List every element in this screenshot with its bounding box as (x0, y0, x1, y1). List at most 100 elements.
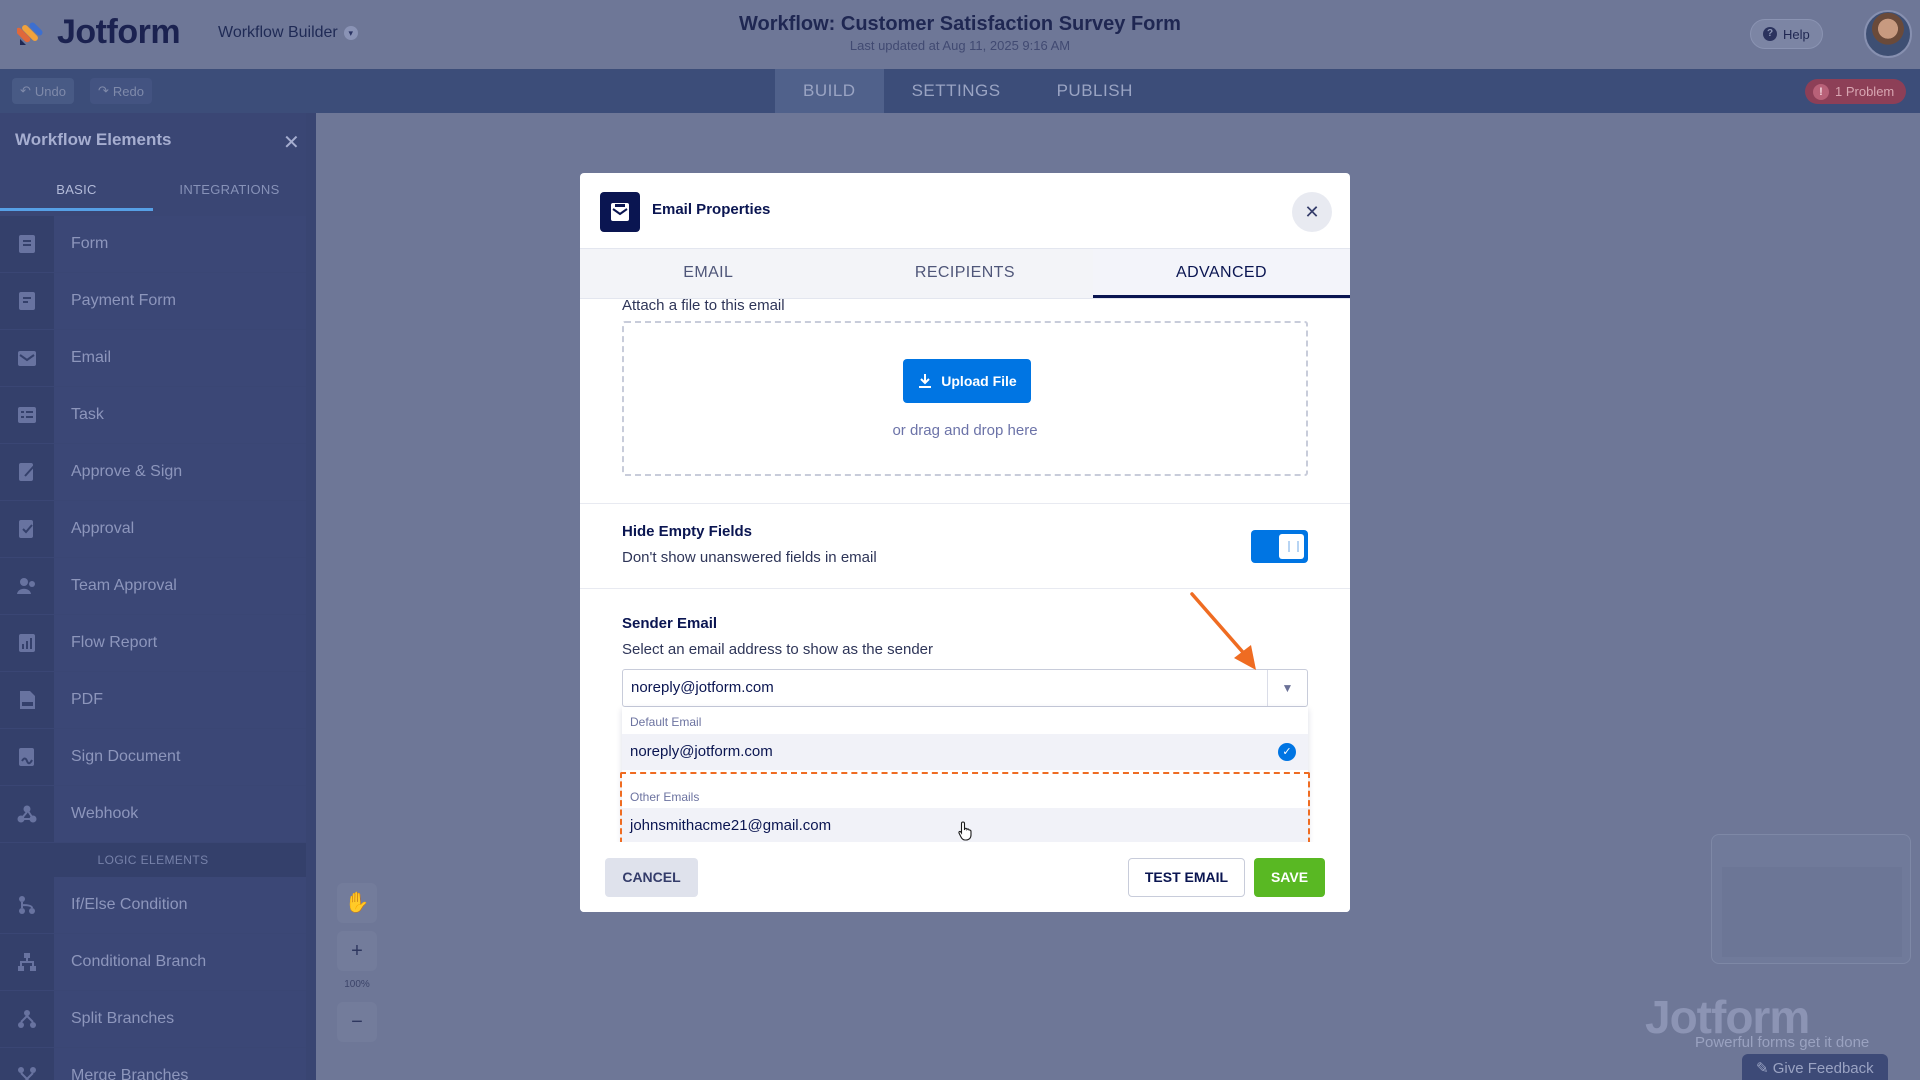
hand-pointer-icon (958, 821, 972, 841)
modal-title: Email Properties (652, 201, 771, 218)
save-button[interactable]: SAVE (1254, 858, 1325, 897)
zoom-out-button[interactable]: − (337, 1002, 377, 1042)
sidebar-item-email[interactable]: Email (0, 330, 306, 387)
default-email-group-label: Default Email (630, 715, 702, 729)
tab-settings[interactable]: SETTINGS (884, 69, 1029, 113)
redo-button[interactable]: ↷ Redo (90, 78, 152, 104)
approval-icon (0, 501, 54, 557)
feedback-icon: ✎ (1756, 1060, 1773, 1077)
tab-publish[interactable]: PUBLISH (1029, 69, 1161, 113)
sidebar-item-label: Split Branches (54, 991, 306, 1047)
cancel-button[interactable]: CANCEL (605, 858, 698, 897)
sidebar-item-label: Task (54, 387, 306, 443)
pan-hand-icon[interactable]: ✋ (337, 883, 377, 923)
top-header: Jotform Workflow Builder ▾ Workflow: Cus… (0, 0, 1920, 69)
sidebar-scrollbar[interactable] (306, 113, 316, 1080)
divider (580, 503, 1350, 504)
annotation-arrow-icon (1190, 592, 1256, 670)
redo-icon: ↷ (98, 83, 109, 98)
sidebar-tabs: BASIC INTEGRATIONS (0, 169, 306, 211)
team-approval-icon (0, 558, 54, 614)
modal-tabs: EMAIL RECIPIENTS ADVANCED (580, 249, 1350, 299)
sidebar-item-pdf[interactable]: PDF (0, 672, 306, 729)
sidebar-item-label: Approve & Sign (54, 444, 306, 500)
sidebar-item-label: Approval (54, 501, 306, 557)
sidebar-item-label: Payment Form (54, 273, 306, 329)
sender-email-desc: Select an email address to show as the s… (622, 641, 934, 658)
conditional-branch-icon (0, 934, 54, 990)
sidebar-title: Workflow Elements (15, 130, 172, 149)
sidebar-item-approval[interactable]: Approval (0, 501, 306, 558)
sidebar-close-icon[interactable]: ✕ (283, 130, 300, 155)
sidebar-item-label: If/Else Condition (54, 877, 306, 933)
email-properties-icon (600, 192, 640, 232)
modal-close-button[interactable]: ✕ (1292, 192, 1332, 232)
option-label: noreply@jotform.com (630, 743, 773, 760)
minimap-viewport (1722, 867, 1902, 957)
sidebar-item-label: PDF (54, 672, 306, 728)
webhook-icon (0, 786, 54, 842)
sidebar-item-approve-sign[interactable]: Approve & Sign (0, 444, 306, 501)
sidebar-item-form[interactable]: Form (0, 216, 306, 273)
tab-basic[interactable]: BASIC (0, 169, 153, 211)
close-icon: ✕ (1304, 202, 1320, 222)
feedback-label: Give Feedback (1772, 1060, 1874, 1077)
flow-report-icon (0, 615, 54, 671)
test-email-button[interactable]: TEST EMAIL (1128, 858, 1245, 897)
hide-empty-fields-title: Hide Empty Fields (622, 523, 753, 540)
modal-body: Attach a file to this email Upload File … (580, 297, 1350, 853)
sidebar-item-if-else-condition[interactable]: If/Else Condition (0, 877, 306, 934)
alert-icon: ! (1813, 83, 1829, 100)
upload-file-button[interactable]: Upload File (903, 359, 1031, 403)
tab-recipients[interactable]: RECIPIENTS (837, 249, 1094, 298)
dropdown-option-default-email[interactable]: noreply@jotform.com ✓ (622, 734, 1308, 770)
undo-button[interactable]: ↶ Undo (12, 78, 74, 104)
sidebar-item-webhook[interactable]: Webhook (0, 786, 306, 843)
builder-tabs: BUILD SETTINGS PUBLISH (775, 69, 1161, 113)
tab-email[interactable]: EMAIL (580, 249, 837, 298)
give-feedback-button[interactable]: ✎ Give Feedback (1742, 1054, 1888, 1080)
sidebar-item-label: Sign Document (54, 729, 306, 785)
if-else-icon (0, 877, 54, 933)
email-properties-modal: Email Properties ✕ EMAIL RECIPIENTS ADVA… (580, 173, 1350, 912)
drag-drop-text: or drag and drop here (892, 422, 1038, 439)
problem-badge[interactable]: ! 1 Problem (1805, 79, 1907, 104)
sidebar-item-flow-report[interactable]: Flow Report (0, 615, 306, 672)
sidebar-item-label: Form (54, 216, 306, 272)
sidebar-item-sign-document[interactable]: Sign Document (0, 729, 306, 786)
task-icon (0, 387, 54, 443)
undo-label: Undo (34, 83, 66, 99)
sidebar-item-task[interactable]: Task (0, 387, 306, 444)
sidebar-item-split-branches[interactable]: Split Branches (0, 991, 306, 1048)
payment-form-icon (0, 273, 54, 329)
hide-empty-fields-toggle[interactable] (1251, 530, 1308, 563)
sidebar-item-merge-branches[interactable]: Merge Branches (0, 1048, 306, 1080)
user-avatar[interactable] (1864, 10, 1912, 58)
selected-sender-email: noreply@jotform.com (631, 679, 774, 696)
last-updated-text: Last updated at Aug 11, 2025 9:16 AM (849, 38, 1071, 53)
help-button[interactable]: ? Help (1750, 19, 1823, 49)
attach-file-label: Attach a file to this email (622, 297, 785, 314)
upload-label: Upload File (941, 373, 1017, 389)
zoom-in-button[interactable]: + (337, 931, 377, 971)
jotform-watermark: Jotform Powerful forms get it done (1645, 990, 1869, 1051)
chevron-down-icon[interactable]: ▼ (1267, 670, 1307, 706)
sidebar-item-label: Email (54, 330, 306, 386)
sidebar-item-label: Team Approval (54, 558, 306, 614)
page-title: Workflow: Customer Satisfaction Survey F… (739, 13, 1181, 35)
canvas-minimap[interactable] (1711, 834, 1911, 964)
check-circle-icon: ✓ (1278, 743, 1296, 761)
sidebar-item-label: Webhook (54, 786, 306, 842)
sidebar-item-team-approval[interactable]: Team Approval (0, 558, 306, 615)
watermark-tagline: Powerful forms get it done (1695, 1034, 1870, 1051)
sidebar-item-conditional-branch[interactable]: Conditional Branch (0, 934, 306, 991)
sidebar-item-payment-form[interactable]: Payment Form (0, 273, 306, 330)
tab-advanced[interactable]: ADVANCED (1093, 249, 1350, 298)
toggle-knob (1279, 534, 1304, 559)
tab-integrations[interactable]: INTEGRATIONS (153, 169, 306, 211)
question-icon: ? (1763, 27, 1777, 41)
file-dropzone[interactable]: Upload File or drag and drop here (622, 321, 1308, 476)
approve-sign-icon (0, 444, 54, 500)
split-branches-icon (0, 991, 54, 1047)
tab-build[interactable]: BUILD (775, 69, 884, 113)
